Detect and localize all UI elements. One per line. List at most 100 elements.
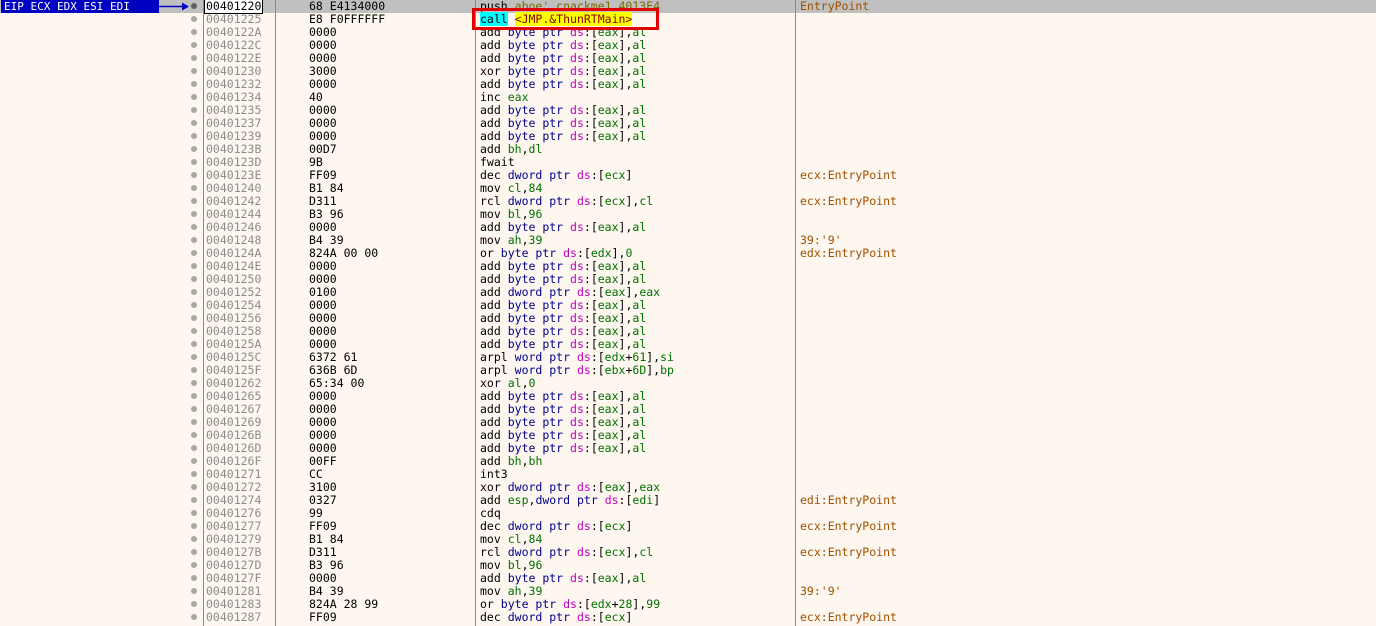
operand-token: dword ptr	[507, 285, 577, 299]
breakpoint-dot-icon[interactable]	[191, 562, 197, 568]
mnemonic: mov	[480, 207, 501, 221]
operand-token: ds	[570, 51, 584, 65]
breakpoint-dot-icon[interactable]	[191, 42, 197, 48]
breakpoint-dot-icon[interactable]	[191, 55, 197, 61]
operand-token: 6D	[632, 363, 647, 377]
breakpoint-dot-icon[interactable]	[191, 419, 197, 425]
operand-token: :[	[583, 389, 598, 403]
breakpoint-dot-icon[interactable]	[191, 536, 197, 542]
operand-token: ds	[563, 246, 577, 260]
breakpoint-dot-icon[interactable]	[191, 289, 197, 295]
operand-token: ],	[618, 389, 633, 403]
operand-token: edx	[604, 350, 626, 364]
breakpoint-dot-icon[interactable]	[191, 614, 197, 620]
comment-cell: ecx:EntryPoint	[800, 194, 897, 208]
breakpoint-dot-icon[interactable]	[191, 575, 197, 581]
breakpoint-dot-icon[interactable]	[191, 29, 197, 35]
operand-token: eax	[597, 298, 619, 312]
operand-token: al	[632, 441, 647, 455]
operand-token: :[	[583, 103, 598, 117]
breakpoint-dot-icon[interactable]	[191, 81, 197, 87]
operand-token: ds	[576, 480, 591, 494]
breakpoint-dot-icon[interactable]	[191, 68, 197, 74]
breakpoint-dot-icon[interactable]	[191, 16, 197, 22]
breakpoint-dot-icon[interactable]	[191, 224, 197, 230]
breakpoint-dot-icon[interactable]	[191, 250, 197, 256]
operand-token: eax	[597, 324, 619, 338]
operand-token: 84	[528, 181, 543, 195]
breakpoint-dot-icon[interactable]	[191, 484, 197, 490]
operand-token: :[	[583, 38, 598, 52]
operand-token: eax	[639, 285, 661, 299]
breakpoint-dot-icon[interactable]	[191, 159, 197, 165]
breakpoint-dot-icon[interactable]	[191, 211, 197, 217]
operand-token: byte ptr	[507, 402, 571, 416]
mnemonic: mov	[480, 584, 501, 598]
mnemonic: mov	[480, 558, 501, 572]
operand-token: dword ptr	[507, 480, 577, 494]
comment-cell: edi:EntryPoint	[800, 493, 897, 507]
operand-token: 84	[528, 532, 543, 546]
mnemonic: add	[480, 220, 501, 234]
operand-token: eax	[597, 337, 619, 351]
operand-token: al	[632, 116, 647, 130]
breakpoint-dot-icon[interactable]	[191, 107, 197, 113]
breakpoint-dot-icon[interactable]	[191, 3, 197, 9]
operand-token: 96	[528, 558, 543, 572]
breakpoint-dot-icon[interactable]	[191, 601, 197, 607]
breakpoint-dot-icon[interactable]	[191, 458, 197, 464]
operand-token: eax	[597, 311, 619, 325]
operand-token: al	[632, 337, 647, 351]
breakpoint-dot-icon[interactable]	[191, 549, 197, 555]
breakpoint-dot-icon[interactable]	[191, 276, 197, 282]
breakpoint-dot-icon[interactable]	[191, 133, 197, 139]
operand-token: byte ptr	[500, 597, 564, 611]
breakpoint-dot-icon[interactable]	[191, 406, 197, 412]
mnemonic: add	[480, 259, 501, 273]
mnemonic: add	[480, 402, 501, 416]
breakpoint-dot-icon[interactable]	[191, 315, 197, 321]
breakpoint-dot-icon[interactable]	[191, 497, 197, 503]
breakpoint-dot-icon[interactable]	[191, 354, 197, 360]
comment-cell: ecx:EntryPoint	[800, 519, 897, 533]
breakpoint-dot-icon[interactable]	[191, 445, 197, 451]
breakpoint-dot-icon[interactable]	[191, 328, 197, 334]
breakpoint-dot-icon[interactable]	[191, 510, 197, 516]
breakpoint-dot-icon[interactable]	[191, 432, 197, 438]
breakpoint-dot-icon[interactable]	[191, 380, 197, 386]
breakpoint-dot-icon[interactable]	[191, 588, 197, 594]
breakpoint-dot-icon[interactable]	[191, 120, 197, 126]
operand-token: ah	[507, 233, 522, 247]
table-row[interactable]: 00401287 FF09 dec dword ptr ds:[ecx] ecx:En…	[0, 611, 1376, 624]
breakpoint-dot-icon[interactable]	[191, 367, 197, 373]
address-cell: 00401287	[206, 610, 262, 624]
breakpoint-dot-icon[interactable]	[191, 94, 197, 100]
operand-token: ds	[576, 285, 591, 299]
operand-token: byte ptr	[507, 64, 571, 78]
breakpoint-dot-icon[interactable]	[191, 471, 197, 477]
breakpoint-dot-icon[interactable]	[191, 185, 197, 191]
breakpoint-dot-icon[interactable]	[191, 393, 197, 399]
breakpoint-dot-icon[interactable]	[191, 172, 197, 178]
operand-token: ,	[521, 558, 529, 572]
breakpoint-dot-icon[interactable]	[191, 237, 197, 243]
operand-token: ],	[625, 285, 640, 299]
operand-token: 39	[528, 233, 543, 247]
breakpoint-dot-icon[interactable]	[191, 263, 197, 269]
operand-token: ds	[563, 597, 577, 611]
operand-token: :[	[583, 441, 598, 455]
breakpoint-dot-icon[interactable]	[191, 198, 197, 204]
operand-token: ],	[618, 298, 633, 312]
breakpoint-dot-icon[interactable]	[191, 341, 197, 347]
operand-token: :[	[583, 51, 598, 65]
breakpoint-dot-icon[interactable]	[191, 146, 197, 152]
operand-token: ],	[611, 246, 626, 260]
operand-token: :[	[583, 571, 598, 585]
operand-token: ,	[521, 207, 529, 221]
operand-token: al	[632, 77, 647, 91]
breakpoint-dot-icon[interactable]	[191, 523, 197, 529]
operand-token: bh	[528, 454, 543, 468]
breakpoint-dot-icon[interactable]	[191, 302, 197, 308]
operand-token: ],	[618, 571, 633, 585]
call-highlight-box	[472, 8, 659, 30]
